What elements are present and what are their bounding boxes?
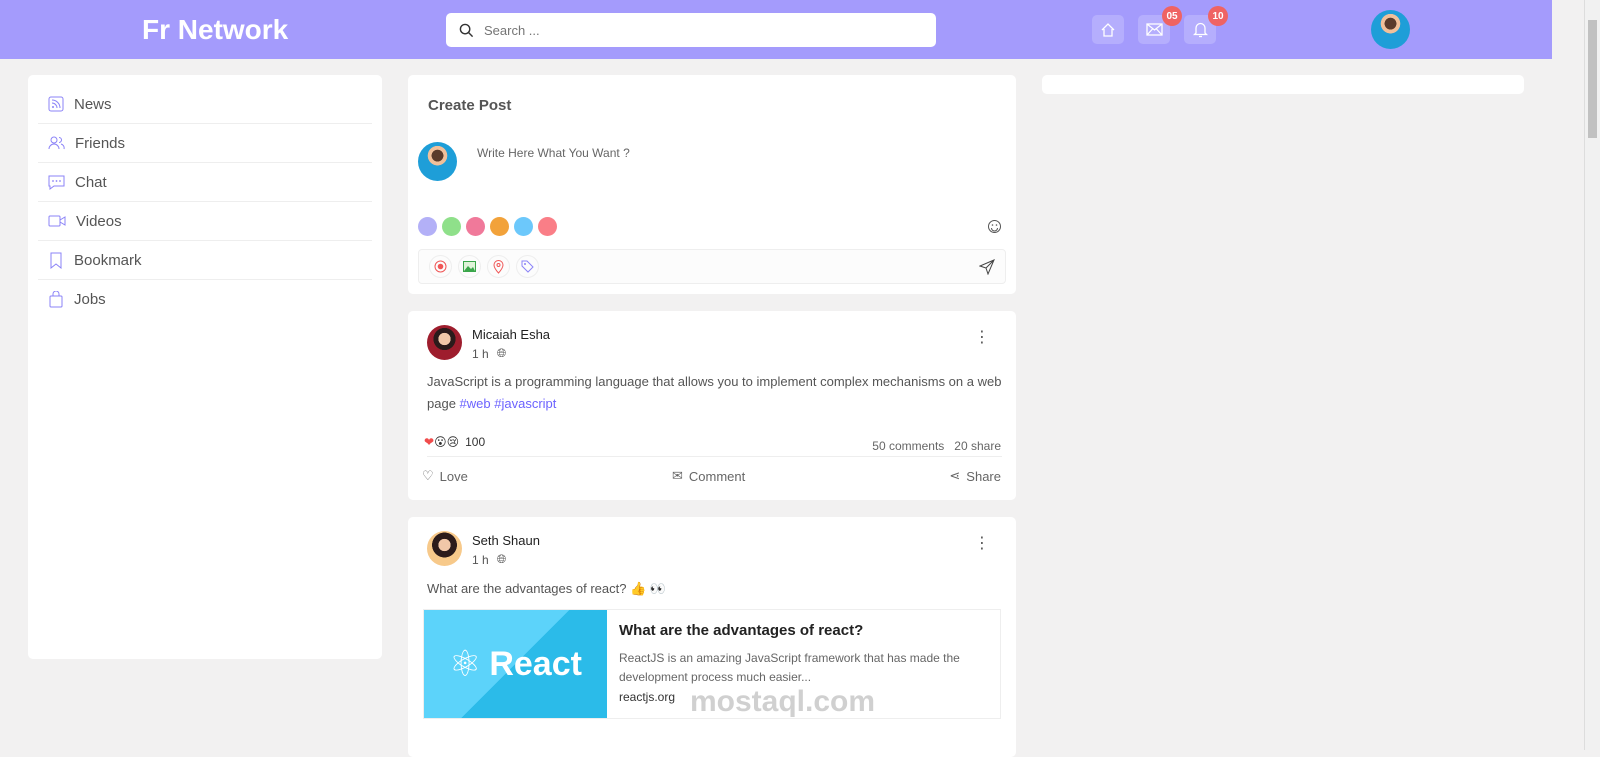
right-panel xyxy=(1042,75,1524,94)
color-swatch[interactable] xyxy=(466,217,485,236)
link-preview-image: ⚛ React xyxy=(424,610,607,718)
author-name[interactable]: Seth Shaun xyxy=(472,533,540,548)
author-avatar[interactable] xyxy=(427,531,462,566)
color-swatch[interactable] xyxy=(442,217,461,236)
sidebar-item-friends[interactable]: Friends xyxy=(38,124,372,163)
sad-reaction-icon: 😢 xyxy=(446,435,460,449)
video-icon xyxy=(48,215,66,227)
sidebar-item-label: News xyxy=(74,95,112,113)
link-title: What are the advantages of react? xyxy=(619,622,864,639)
color-swatch[interactable] xyxy=(514,217,533,236)
share-icon: ⋖ xyxy=(949,468,961,483)
hashtag-link[interactable]: #web xyxy=(460,396,491,411)
author-avatar[interactable] xyxy=(427,325,462,360)
logo[interactable]: Fr Network xyxy=(142,14,288,46)
send-icon[interactable] xyxy=(979,258,995,275)
reactions-summary[interactable]: ❤ 😮 😢 100 xyxy=(424,435,485,449)
users-icon xyxy=(48,136,65,150)
bookmark-icon xyxy=(48,252,64,269)
divider xyxy=(427,456,1002,457)
tag-button[interactable] xyxy=(516,255,539,278)
scrollbar[interactable] xyxy=(1584,0,1600,750)
sidebar-item-jobs[interactable]: Jobs xyxy=(38,280,372,319)
globe-icon: 🌐︎ xyxy=(496,346,507,360)
post-text: What are the advantages of react? 👍 👀 xyxy=(427,581,667,596)
sidebar-item-label: Friends xyxy=(75,134,126,152)
sidebar-nav: News Friends Chat Videos Bookmark Jobs xyxy=(28,75,382,659)
chat-icon xyxy=(48,175,65,190)
messages-button[interactable]: 05 xyxy=(1138,6,1182,44)
wow-reaction-icon: 😮 xyxy=(434,435,447,449)
create-post-title: Create Post xyxy=(428,97,512,114)
post-text: JavaScript is a programming language tha… xyxy=(427,374,1002,411)
sidebar-item-bookmark[interactable]: Bookmark xyxy=(38,241,372,280)
mail-icon xyxy=(1145,23,1163,36)
hashtag-link[interactable]: #javascript xyxy=(494,396,556,411)
search-input[interactable] xyxy=(484,22,884,38)
author-name[interactable]: Micaiah Esha xyxy=(472,327,550,342)
home-icon xyxy=(1100,22,1116,38)
profile-avatar[interactable] xyxy=(1371,10,1410,49)
love-button[interactable]: ♡ Love xyxy=(422,468,468,484)
comments-count[interactable]: 50 comments xyxy=(872,439,944,453)
post-toolbar xyxy=(418,249,1006,284)
comment-button[interactable]: ✉ Comment xyxy=(672,468,745,484)
post-time: 1 h xyxy=(472,346,489,361)
more-options-icon[interactable]: ⋮ xyxy=(974,533,990,553)
post-card: Seth Shaun 1 h 🌐︎ ⋮ What are the advantag… xyxy=(408,517,1016,757)
color-swatch[interactable] xyxy=(418,217,437,236)
globe-icon: 🌐︎ xyxy=(496,552,507,566)
background-swatches xyxy=(418,217,562,236)
more-options-icon[interactable]: ⋮ xyxy=(974,327,990,347)
user-avatar xyxy=(418,142,457,181)
rss-icon xyxy=(48,96,64,112)
search-bar[interactable] xyxy=(446,13,936,47)
react-logo-icon: ⚛ xyxy=(449,643,482,684)
sidebar-item-news[interactable]: News xyxy=(38,85,372,124)
mail-icon: ✉ xyxy=(672,468,683,483)
heart-reaction-icon: ❤ xyxy=(424,435,435,449)
sidebar-item-chat[interactable]: Chat xyxy=(38,163,372,202)
create-post-card: Create Post Write Here What You Want ? xyxy=(408,75,1016,294)
sidebar-item-label: Chat xyxy=(75,173,107,191)
scrollbar-thumb[interactable] xyxy=(1588,20,1597,138)
post-input[interactable]: Write Here What You Want ? xyxy=(477,146,630,160)
heart-icon: ♡ xyxy=(422,468,434,483)
notifications-badge: 10 xyxy=(1208,6,1228,26)
messages-badge: 05 xyxy=(1162,6,1182,26)
post-card: Micaiah Esha 1 h 🌐︎ ⋮ JavaScript is a pro… xyxy=(408,311,1016,500)
sidebar-item-label: Bookmark xyxy=(74,251,142,269)
post-time: 1 h xyxy=(472,552,489,567)
sidebar-item-videos[interactable]: Videos xyxy=(38,202,372,241)
top-header: Fr Network 05 10 xyxy=(0,0,1552,59)
share-button[interactable]: ⋖ Share xyxy=(949,468,1001,484)
sidebar-item-label: Jobs xyxy=(74,291,106,308)
bag-icon xyxy=(48,291,64,308)
color-swatch[interactable] xyxy=(538,217,557,236)
photo-button[interactable] xyxy=(458,255,481,278)
home-button[interactable] xyxy=(1092,15,1124,44)
location-button[interactable] xyxy=(487,255,510,278)
emoji-icon[interactable] xyxy=(987,219,1002,234)
sidebar-item-label: Videos xyxy=(76,212,122,230)
live-video-button[interactable] xyxy=(429,255,452,278)
link-description: ReactJS is an amazing JavaScript framewo… xyxy=(619,651,960,684)
watermark: mostaql.com xyxy=(690,685,876,718)
search-icon xyxy=(459,23,474,38)
bell-icon xyxy=(1192,21,1208,38)
shares-count[interactable]: 20 share xyxy=(954,439,1001,453)
reactions-count: 100 xyxy=(465,435,486,449)
color-swatch[interactable] xyxy=(490,217,509,236)
notifications-button[interactable]: 10 xyxy=(1184,6,1228,44)
